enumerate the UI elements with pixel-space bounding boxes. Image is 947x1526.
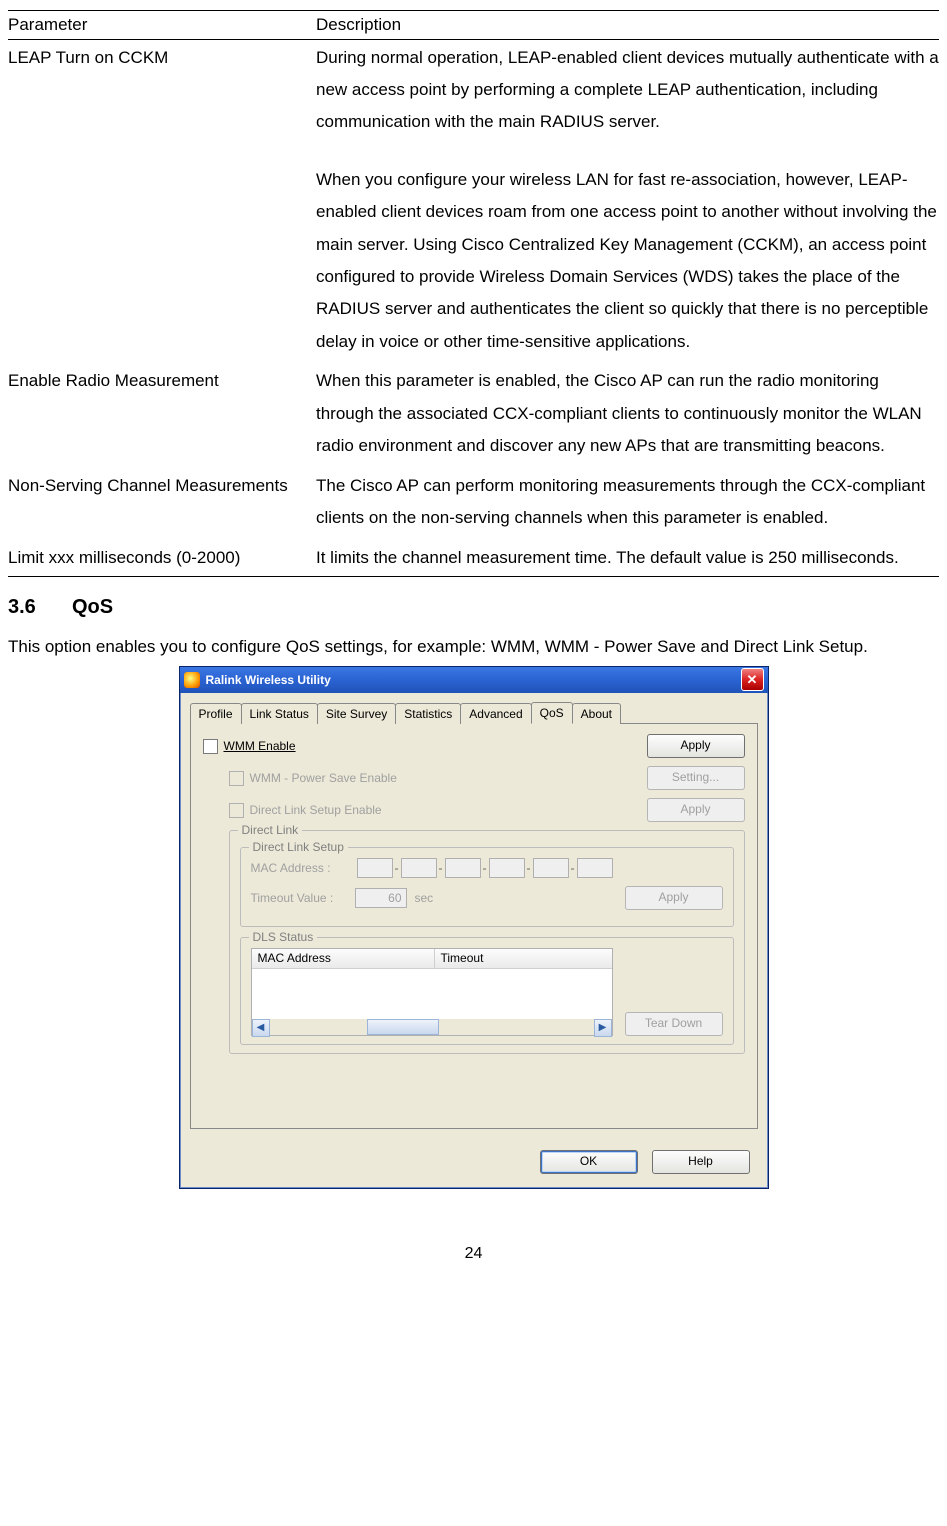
mac-field-2 <box>401 858 437 878</box>
param-desc: The Cisco AP can perform monitoring meas… <box>316 468 939 540</box>
col-timeout: Timeout <box>435 949 612 967</box>
table-row: Non-Serving Channel Measurements The Cis… <box>8 468 939 540</box>
tab-link-status[interactable]: Link Status <box>241 703 318 724</box>
dls-enable-checkbox <box>229 803 244 818</box>
tab-advanced[interactable]: Advanced <box>460 703 531 724</box>
param-desc: During normal operation, LEAP-enabled cl… <box>316 39 939 363</box>
page-number: 24 <box>8 1239 939 1269</box>
tab-qos[interactable]: QoS <box>531 702 573 724</box>
th-parameter: Parameter <box>8 11 316 40</box>
timeout-field: 60 <box>355 888 407 908</box>
section-intro: This option enables you to configure QoS… <box>8 633 939 662</box>
dialog-titlebar: Ralink Wireless Utility ✕ <box>180 667 768 693</box>
help-button[interactable]: Help <box>652 1150 750 1174</box>
tear-down-button: Tear Down <box>625 1012 723 1036</box>
apply-button-2: Apply <box>647 798 745 822</box>
mac-field-5 <box>533 858 569 878</box>
qos-panel: WMM Enable Apply WMM - Power Save Enable… <box>190 724 758 1129</box>
wmm-enable-label: WMM Enable <box>224 739 296 753</box>
timeout-label: Timeout Value : <box>251 891 355 905</box>
mac-field-3 <box>445 858 481 878</box>
scroll-left-icon[interactable]: ◀ <box>252 1019 270 1037</box>
ok-button[interactable]: OK <box>540 1150 638 1174</box>
tab-statistics[interactable]: Statistics <box>395 703 461 724</box>
dialog-footer: OK Help <box>180 1139 768 1188</box>
param-name: Non-Serving Channel Measurements <box>8 468 316 540</box>
mac-address-label: MAC Address : <box>251 861 355 875</box>
tab-profile[interactable]: Profile <box>190 703 242 724</box>
wmm-ps-label: WMM - Power Save Enable <box>250 771 397 785</box>
col-mac-address: MAC Address <box>252 949 435 967</box>
ralink-utility-dialog: Ralink Wireless Utility ✕ Profile Link S… <box>179 666 769 1189</box>
scroll-thumb[interactable] <box>367 1019 439 1035</box>
table-row: Enable Radio Measurement When this param… <box>8 363 939 467</box>
dls-status-table: MAC Address Timeout ◀ ▶ <box>251 948 613 1036</box>
app-icon <box>184 672 200 688</box>
table-row: Limit xxx milliseconds (0-2000) It limit… <box>8 540 939 577</box>
mac-field-1 <box>357 858 393 878</box>
close-icon[interactable]: ✕ <box>741 668 764 691</box>
scroll-right-icon[interactable]: ▶ <box>594 1019 612 1037</box>
param-name: Enable Radio Measurement <box>8 363 316 467</box>
dialog-title: Ralink Wireless Utility <box>206 673 331 687</box>
tab-site-survey[interactable]: Site Survey <box>317 703 396 724</box>
dls-status-group: DLS Status MAC Address Timeout ◀ <box>240 937 734 1045</box>
direct-link-group: Direct Link Direct Link Setup MAC Addres… <box>229 830 745 1054</box>
param-name: Limit xxx milliseconds (0-2000) <box>8 540 316 577</box>
setting-button: Setting... <box>647 766 745 790</box>
direct-link-setup-group: Direct Link Setup MAC Address : - - - - … <box>240 847 734 927</box>
wmm-enable-checkbox[interactable] <box>203 739 218 754</box>
table-row: LEAP Turn on CCKM During normal operatio… <box>8 39 939 363</box>
apply-button-3: Apply <box>625 886 723 910</box>
param-desc: When this parameter is enabled, the Cisc… <box>316 363 939 467</box>
section-heading: 3.6QoS <box>8 595 939 619</box>
dls-enable-label: Direct Link Setup Enable <box>250 803 382 817</box>
param-name: LEAP Turn on CCKM <box>8 39 316 363</box>
parameter-table: Parameter Description LEAP Turn on CCKM … <box>8 10 939 577</box>
th-description: Description <box>316 11 939 40</box>
tab-about[interactable]: About <box>572 703 621 724</box>
horizontal-scrollbar[interactable]: ◀ ▶ <box>252 1019 612 1035</box>
timeout-unit: sec <box>415 891 434 905</box>
param-desc: It limits the channel measurement time. … <box>316 540 939 577</box>
wmm-ps-checkbox <box>229 771 244 786</box>
apply-button[interactable]: Apply <box>647 734 745 758</box>
mac-field-6 <box>577 858 613 878</box>
tab-strip: Profile Link Status Site Survey Statisti… <box>190 701 758 724</box>
mac-field-4 <box>489 858 525 878</box>
